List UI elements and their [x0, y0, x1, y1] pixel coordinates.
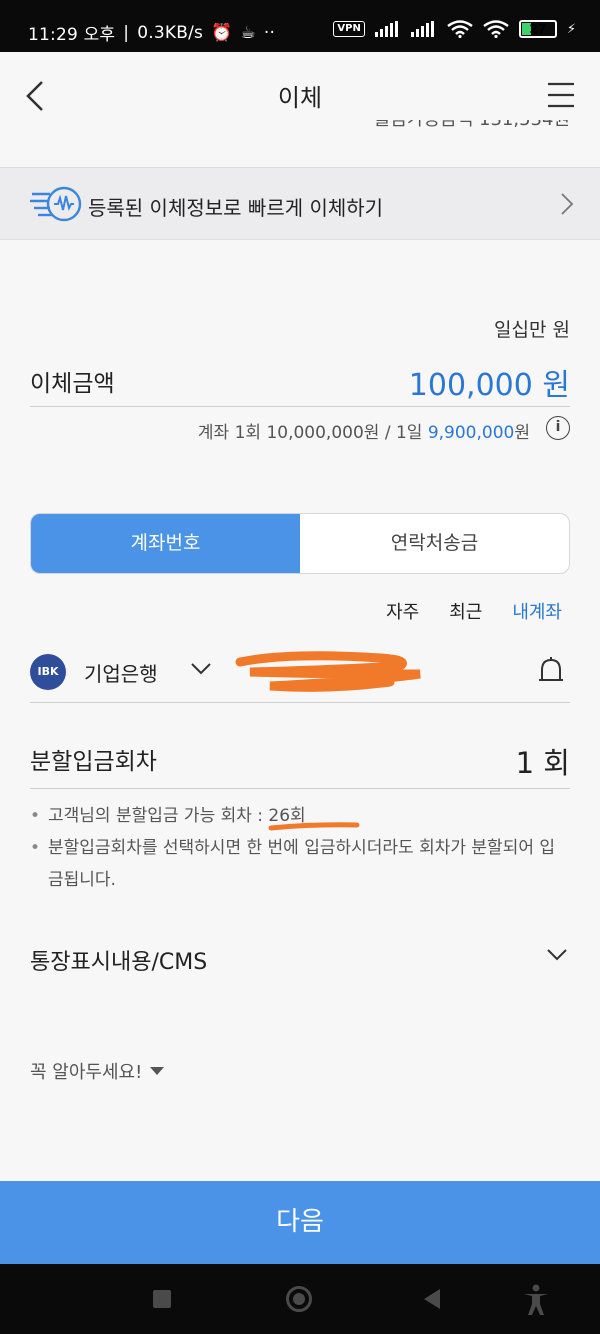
chevron-down-icon-cms[interactable] — [546, 948, 568, 962]
bank-name[interactable]: 기업은행 — [84, 658, 158, 687]
system-nav-bar — [0, 1264, 600, 1334]
fast-transfer-icon — [30, 186, 82, 222]
tab-contact-transfer[interactable]: 연락처송금 — [300, 514, 569, 573]
status-speed: 0.3KB/s — [137, 22, 204, 43]
amount-input[interactable]: 100,000 원 — [409, 360, 570, 404]
installment-note-description: 분할입금회차를 선택하시면 한 번에 입금하시더라도 회차가 분할되어 입금됩니… — [30, 832, 570, 896]
home-icon[interactable] — [286, 1286, 312, 1312]
status-bar: 11:29 오후 | 0.3KB/s ⏰ ☕ ·· VPN 27 ⚡ — [0, 0, 600, 52]
wifi-icon-2 — [483, 20, 509, 38]
account-filters: 자주 최근 내계좌 — [386, 598, 562, 624]
balance-cut-text: 출금가능금액 131,534원 — [374, 120, 570, 138]
battery-level: 27 — [529, 22, 547, 36]
back-nav-icon[interactable] — [424, 1289, 440, 1309]
info-icon[interactable]: i — [546, 416, 570, 440]
charging-icon: ⚡ — [566, 21, 576, 37]
next-button[interactable]: 다음 — [0, 1181, 600, 1264]
notice-label: 꼭 알아두세요! — [30, 1062, 143, 1083]
bank-logo: IBK — [30, 654, 66, 690]
installment-value[interactable]: 1 회 — [516, 740, 570, 782]
status-time: 11:29 오후 — [28, 25, 116, 45]
alarm-icon: ⏰ — [211, 22, 233, 43]
daily-limit-value: 9,900,000 — [427, 423, 515, 443]
status-right: VPN 27 ⚡ — [333, 20, 576, 38]
highlight-underline-mark — [268, 822, 360, 831]
coffee-icon: ☕ — [240, 22, 256, 43]
recent-apps-icon[interactable] — [153, 1290, 171, 1308]
filter-my-account[interactable]: 내계좌 — [512, 598, 562, 624]
notice-toggle[interactable]: 꼭 알아두세요! — [30, 1058, 165, 1084]
quick-transfer-banner[interactable]: 등록된 이체정보로 빠르게 이체하기 — [0, 168, 600, 240]
cms-label[interactable]: 통장표시내용/CMS — [30, 944, 207, 976]
bell-icon[interactable] — [538, 656, 564, 684]
amount-korean-text: 일십만 원 — [494, 319, 570, 341]
wifi-icon — [447, 20, 473, 38]
installment-underline — [30, 788, 570, 789]
signal-icon-2 — [410, 21, 434, 37]
transfer-limit-text: 계좌 1회 10,000,000원 / 1일 9,900,000원 — [197, 423, 530, 443]
tab-account-number[interactable]: 계좌번호 — [31, 514, 300, 573]
signal-icon — [374, 21, 398, 37]
triangle-down-icon — [150, 1067, 165, 1075]
chevron-down-icon[interactable] — [190, 662, 212, 676]
vpn-badge: VPN — [333, 21, 365, 37]
redaction-scribble — [235, 651, 421, 692]
filter-recent[interactable]: 최근 — [449, 598, 482, 624]
quick-transfer-text: 등록된 이체정보로 빠르게 이체하기 — [88, 196, 384, 220]
amount-underline — [30, 406, 570, 407]
hamburger-menu-icon[interactable] — [546, 80, 576, 110]
chevron-right-icon — [561, 193, 574, 215]
page-title: 이체 — [277, 84, 323, 112]
installment-notes: 고객님의 분할입금 가능 회차 : 26회 분할입금회차를 선택하시면 한 번에… — [30, 800, 570, 896]
accessibility-icon[interactable] — [522, 1284, 550, 1316]
amount-label: 이체금액 — [30, 371, 115, 397]
filter-frequent[interactable]: 자주 — [386, 598, 419, 624]
installment-label: 분할입금회차 — [30, 749, 157, 775]
status-left: 11:29 오후 | 0.3KB/s ⏰ ☕ ·· — [28, 20, 276, 46]
recipient-type-tabs: 계좌번호 연락처송금 — [30, 513, 570, 574]
battery-icon: 27 — [518, 20, 557, 38]
bank-account-row: IBK 기업은행 — [30, 648, 570, 703]
more-dots-icon: ·· — [263, 22, 276, 43]
